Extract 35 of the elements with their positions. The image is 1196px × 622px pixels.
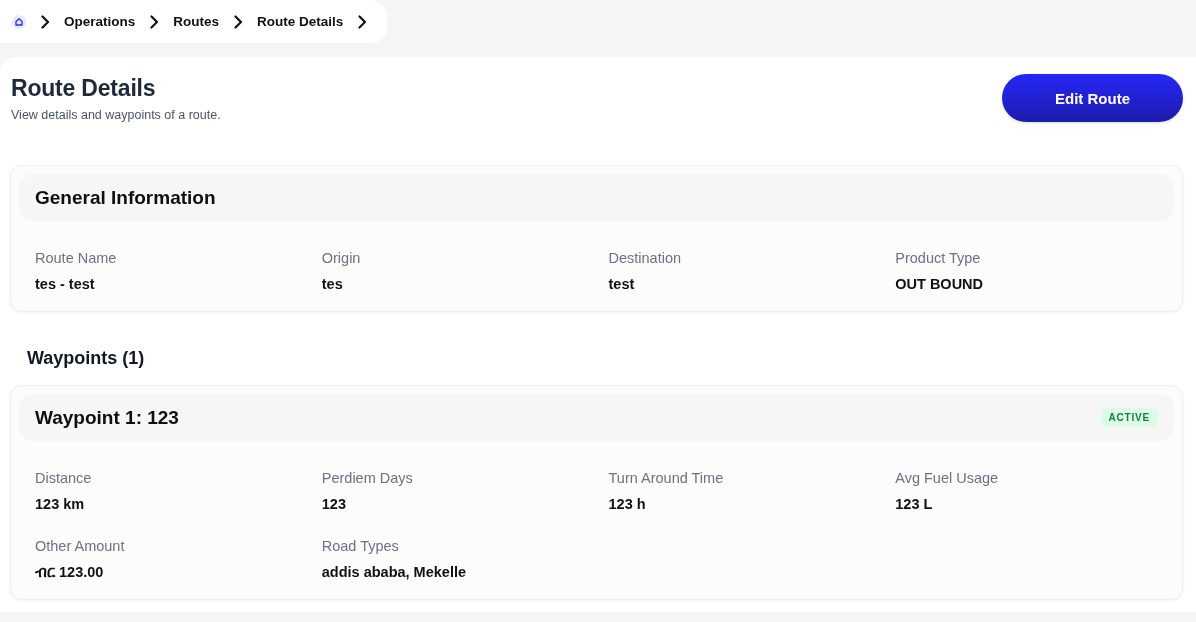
page-title: Route Details bbox=[11, 74, 157, 102]
field-value: 123 bbox=[321, 495, 347, 514]
field-label: Road Types bbox=[321, 537, 400, 556]
field-value: tes - test bbox=[35, 275, 96, 294]
chevron-right-icon bbox=[149, 14, 160, 29]
field-value: ብር 123.00 bbox=[35, 563, 105, 582]
field-label: Route Name bbox=[35, 249, 118, 268]
field-label: Product Type bbox=[895, 249, 982, 268]
chevron-right-icon bbox=[233, 14, 244, 29]
field-value: 123 km bbox=[35, 495, 86, 514]
field-value: addis ababa, Mekelle bbox=[321, 563, 467, 582]
card-title: Waypoint 1: 123 bbox=[35, 406, 179, 429]
page-subtitle: View details and waypoints of a route. bbox=[11, 107, 221, 123]
field-label: Other Amount bbox=[35, 537, 126, 556]
chevron-right-icon bbox=[357, 14, 368, 29]
breadcrumb-link[interactable]: Operations bbox=[64, 14, 136, 29]
field-label: Turn Around Time bbox=[608, 469, 725, 488]
field-label: Perdiem Days bbox=[321, 469, 414, 488]
field-value: OUT BOUND bbox=[895, 275, 985, 294]
status-badge: ACTIVE bbox=[1100, 408, 1158, 427]
field-value: test bbox=[608, 275, 636, 294]
card-title: General Information bbox=[35, 186, 216, 209]
field-label: Destination bbox=[608, 249, 683, 268]
breadcrumb-link[interactable]: Routes bbox=[173, 14, 220, 29]
section-title: Waypoints (1) bbox=[27, 347, 146, 370]
field-label: Avg Fuel Usage bbox=[895, 469, 1000, 488]
home-icon[interactable] bbox=[12, 14, 26, 29]
field-label: Origin bbox=[321, 249, 362, 268]
breadcrumb-link[interactable]: Route Details bbox=[257, 14, 344, 29]
field-label: Distance bbox=[35, 469, 93, 488]
chevron-right-icon bbox=[40, 14, 50, 29]
field-value: tes bbox=[321, 275, 344, 294]
field-value: 123 h bbox=[608, 495, 647, 514]
edit-route-button[interactable]: Edit Route bbox=[1002, 74, 1183, 122]
field-value: 123 L bbox=[895, 495, 934, 514]
